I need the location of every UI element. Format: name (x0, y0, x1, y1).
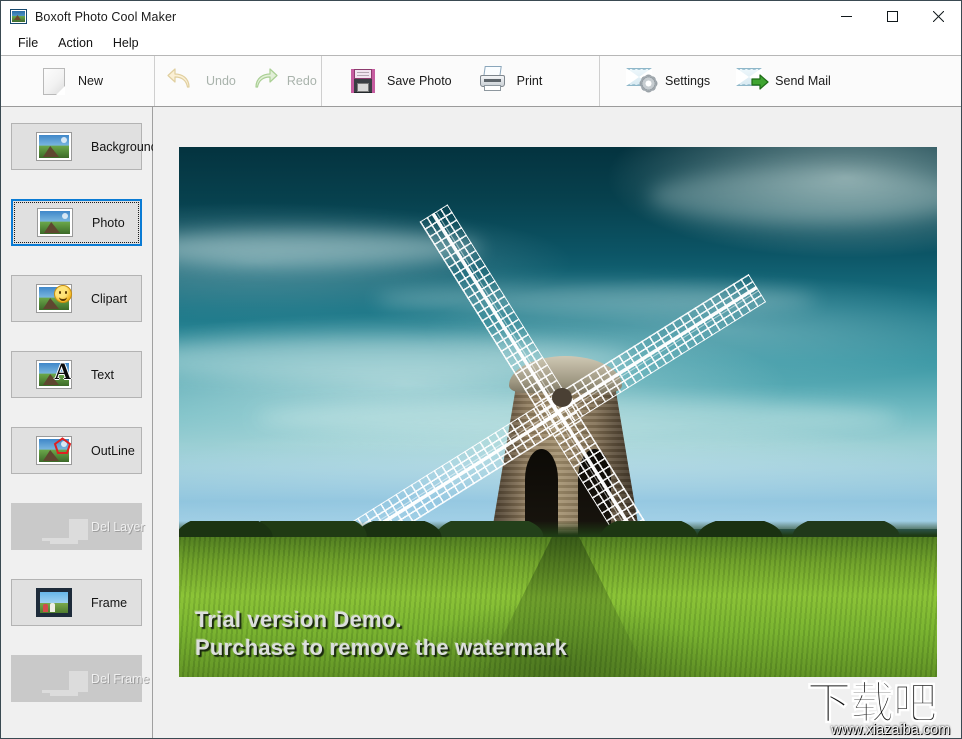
settings-button-label: Settings (665, 74, 711, 88)
sidebar-item-frame-label: Frame (91, 595, 128, 610)
title-bar: Boxoft Photo Cool Maker (1, 1, 961, 32)
sidebar-item-clipart-label: Clipart (91, 291, 128, 306)
sidebar-item-del-layer-label: Del Layer (91, 519, 145, 534)
delete-layer-icon (36, 512, 72, 541)
floppy-disk-icon (348, 66, 378, 96)
redo-button[interactable]: Redo (242, 59, 323, 103)
toolbar-group-history: Undo Redo (154, 56, 321, 106)
landscape-thumb-icon (36, 132, 72, 161)
trial-watermark-line2: Purchase to remove the watermark (195, 635, 567, 661)
menu-bar: File Action Help (1, 32, 961, 55)
menu-item-help[interactable]: Help (104, 34, 148, 52)
sidebar-item-text[interactable]: A Text (11, 351, 142, 398)
sidebar-item-del-frame-label: Del Frame (91, 671, 150, 686)
send-mail-button[interactable]: Send Mail (724, 59, 843, 103)
sidebar-item-photo-label: Photo (92, 215, 125, 230)
maximize-icon[interactable] (869, 1, 915, 32)
picture-frame-icon (36, 588, 72, 617)
sidebar-item-clipart[interactable]: Clipart (11, 275, 142, 322)
new-button-label: New (78, 74, 104, 88)
smiley-clipart-icon (36, 284, 72, 313)
windmill-sail (419, 204, 572, 422)
delete-frame-icon (36, 664, 72, 693)
trial-watermark: Trial version Demo. Purchase to remove t… (195, 606, 567, 663)
toolbar-group-output: Save Photo Print (321, 56, 599, 106)
minimize-icon[interactable] (823, 1, 869, 32)
envelope-gear-icon (626, 66, 656, 96)
undo-button-label: Undo (206, 74, 236, 88)
new-page-icon (39, 66, 69, 96)
print-button-label: Print (516, 74, 543, 88)
left-sidebar: Background Photo Clipart A Text OutLine … (1, 107, 158, 738)
landscape-thumb-icon (37, 208, 73, 237)
windmill-sail (549, 274, 766, 427)
menu-item-action[interactable]: Action (49, 34, 102, 52)
close-icon[interactable] (915, 1, 961, 32)
new-button[interactable]: New (25, 59, 117, 103)
window-controls (823, 1, 961, 32)
trial-watermark-line1: Trial version Demo. (195, 606, 402, 632)
sidebar-item-frame[interactable]: Frame (11, 579, 142, 626)
sidebar-item-background-label: Background (91, 139, 158, 154)
photo-preview[interactable]: Trial version Demo. Purchase to remove t… (179, 147, 937, 677)
toolbar-group-mail: Settings Send Mail (599, 56, 961, 106)
photo-frame-icon (10, 9, 27, 24)
sidebar-item-text-label: Text (91, 367, 114, 382)
save-photo-button-label: Save Photo (387, 74, 452, 88)
sidebar-item-del-frame[interactable]: Del Frame (11, 655, 149, 702)
letter-a-icon: A (36, 360, 72, 389)
sidebar-item-background[interactable]: Background (11, 123, 158, 170)
menu-item-file[interactable]: File (9, 34, 47, 52)
main-body: Background Photo Clipart A Text OutLine … (1, 107, 961, 738)
outline-shape-icon (36, 436, 72, 465)
redo-button-label: Redo (286, 74, 317, 88)
print-button[interactable]: Print (466, 59, 555, 103)
undo-arrow-icon (167, 66, 197, 96)
settings-button[interactable]: Settings (626, 59, 724, 103)
toolbar-group-file: New (1, 56, 154, 106)
redo-arrow-icon (248, 66, 278, 96)
save-photo-button[interactable]: Save Photo (348, 59, 466, 103)
windmill-hub (551, 388, 572, 408)
send-mail-button-label: Send Mail (775, 74, 831, 88)
envelope-arrow-icon (736, 66, 769, 96)
sidebar-item-del-layer[interactable]: Del Layer (11, 503, 145, 550)
window-title: Boxoft Photo Cool Maker (35, 9, 177, 24)
sidebar-item-photo[interactable]: Photo (11, 199, 142, 246)
undo-button[interactable]: Undo (161, 59, 242, 103)
application-window: Boxoft Photo Cool Maker File Action Help… (0, 0, 962, 739)
canvas-area[interactable]: Trial version Demo. Purchase to remove t… (153, 107, 961, 738)
sidebar-item-outline[interactable]: OutLine (11, 427, 142, 474)
main-toolbar: New Undo Redo Save Photo Print Settings … (1, 55, 961, 107)
sidebar-item-outline-label: OutLine (91, 443, 135, 458)
printer-icon (478, 66, 508, 96)
